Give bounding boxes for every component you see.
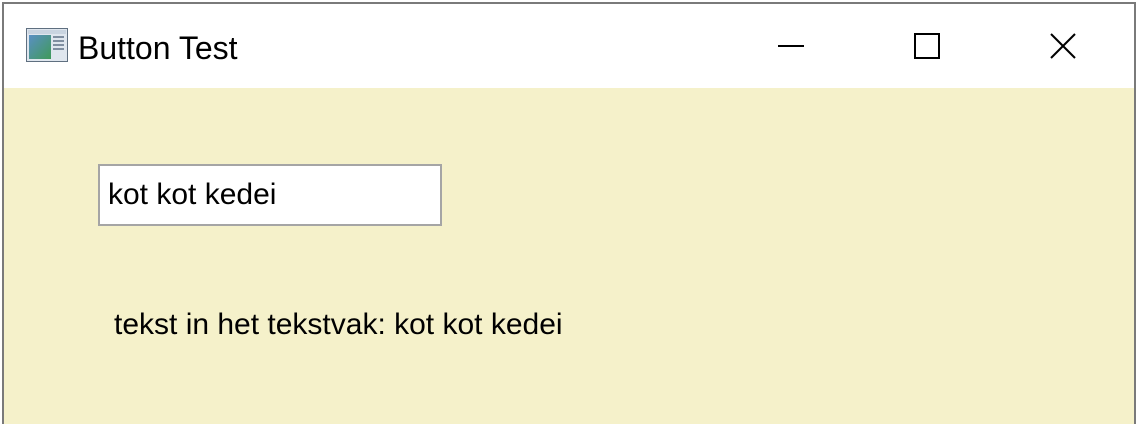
- output-label: tekst in het tekstvak: kot kot kedei: [114, 308, 563, 341]
- maximize-button[interactable]: [860, 4, 994, 88]
- text-input[interactable]: [98, 164, 442, 226]
- maximize-icon: [914, 33, 940, 59]
- client-area: tekst in het tekstvak: kot kot kedei: [4, 88, 1134, 424]
- minimize-button[interactable]: [724, 4, 858, 88]
- minimize-icon: [778, 45, 804, 47]
- close-icon: [1050, 33, 1076, 59]
- app-icon: [26, 28, 68, 62]
- app-window: Button Test tekst in het tekstvak: kot k…: [2, 2, 1136, 424]
- close-button[interactable]: [996, 4, 1130, 88]
- title-bar[interactable]: Button Test: [4, 4, 1134, 88]
- window-title: Button Test: [78, 30, 238, 66]
